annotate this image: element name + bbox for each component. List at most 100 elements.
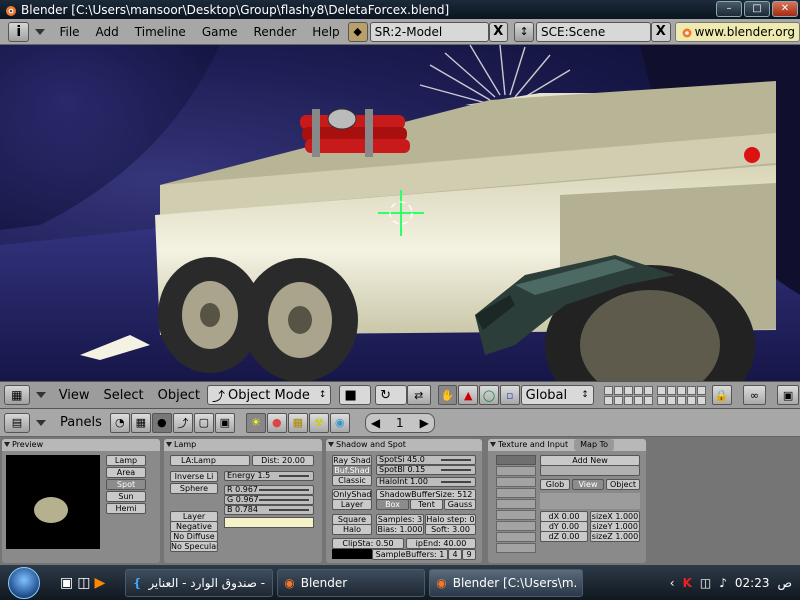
texture-object-field[interactable] xyxy=(540,493,640,509)
lamp-type-lamp[interactable]: Lamp xyxy=(106,455,146,466)
editing-context-button[interactable]: ▢ xyxy=(193,412,214,433)
lamp-type-sun[interactable]: Sun xyxy=(106,491,146,502)
lamp-name-field[interactable]: LA:Lamp xyxy=(170,455,250,466)
buttons-window-type-button[interactable]: ▤ xyxy=(4,412,30,433)
texture-browse-row[interactable] xyxy=(540,465,640,476)
coord-object[interactable]: Object xyxy=(606,479,640,490)
preview-panel-title[interactable]: Preview xyxy=(2,439,160,451)
offset-dz-field[interactable]: dZ 0.00 xyxy=(540,531,588,542)
energy-slider[interactable]: Energy 1.5 xyxy=(224,471,314,481)
3d-viewport[interactable] xyxy=(0,45,800,381)
buffer-type-tent[interactable]: Tent xyxy=(410,499,443,510)
halo-int-slider[interactable]: HaloInt 1.00 xyxy=(376,477,476,487)
menu-select[interactable]: Select xyxy=(97,388,151,403)
menu-file[interactable]: File xyxy=(51,25,87,39)
layers-group-a[interactable] xyxy=(603,385,653,405)
show-desktop-icon[interactable]: ▣ xyxy=(60,575,73,591)
switch-windows-icon[interactable]: ◫ xyxy=(77,575,90,591)
3d-window-type-button[interactable]: ▦ xyxy=(4,385,30,405)
start-button[interactable] xyxy=(8,566,40,599)
rotate-button[interactable]: ◯ xyxy=(479,385,499,405)
hand-manipulator-button[interactable]: ✋ xyxy=(437,385,458,405)
inverse-linear-button[interactable]: Inverse Li xyxy=(170,471,218,482)
scene-field[interactable]: SCE:Scene xyxy=(536,21,652,42)
menu-render[interactable]: Render xyxy=(246,25,305,39)
sphere-button[interactable]: Sphere xyxy=(170,483,218,494)
no-specular-toggle[interactable]: No Specular xyxy=(170,541,218,552)
scene-context-button[interactable]: ▣ xyxy=(214,412,235,433)
media-player-icon[interactable]: ▶ xyxy=(94,575,105,591)
lamp-type-hemi[interactable]: Hemi xyxy=(106,503,146,514)
bias-field[interactable]: Bias: 1.000 xyxy=(376,524,424,535)
menu-timeline[interactable]: Timeline xyxy=(127,25,194,39)
buffer-type-gauss[interactable]: Gauss xyxy=(444,499,476,510)
menu-help[interactable]: Help xyxy=(304,25,347,39)
map-to-tab[interactable]: Map To xyxy=(574,439,614,451)
lamp-shading-button[interactable]: ☀ xyxy=(245,412,266,433)
clip-end-field[interactable]: ipEnd: 40.00 xyxy=(406,538,476,549)
manipulator-toggle[interactable]: ⇄ xyxy=(406,385,431,405)
coord-glob[interactable]: Glob xyxy=(540,479,570,490)
color-r-slider[interactable]: R 0.967 xyxy=(224,485,314,495)
texture-panel-title[interactable]: Texture and Input xyxy=(498,439,568,451)
shadow-panel-title[interactable]: Shadow and Spot xyxy=(326,439,482,451)
menu-game[interactable]: Game xyxy=(194,25,246,39)
sample-buffers-4[interactable]: 4 xyxy=(448,549,462,560)
screen-field[interactable]: SR:2-Model xyxy=(369,21,489,42)
info-window-type-button[interactable]: i xyxy=(8,21,30,42)
radiosity-shading-button[interactable]: ☢ xyxy=(308,412,329,433)
tray-expand-icon[interactable]: ‹ xyxy=(670,576,675,590)
orientation-dropdown[interactable]: Global ↕ xyxy=(520,385,594,405)
buffer-type-box[interactable]: Box xyxy=(376,499,409,510)
pivot-dropdown[interactable]: ↻ xyxy=(375,385,407,405)
lamp-panel-title[interactable]: Lamp xyxy=(164,439,322,451)
clip-start-field[interactable]: ClipSta: 0.50 xyxy=(332,538,404,549)
antivirus-icon[interactable]: K xyxy=(683,576,692,590)
texture-shading-button[interactable]: ▦ xyxy=(287,412,308,433)
collapse-menu-icon[interactable] xyxy=(36,419,46,426)
scene-browse-icon[interactable]: ↕ xyxy=(514,21,535,42)
shadow-layer-button[interactable]: Layer xyxy=(332,499,372,510)
color-b-slider[interactable]: B 0.784 xyxy=(224,505,314,515)
texture-channel-list[interactable] xyxy=(496,455,536,555)
collapse-menu-icon[interactable] xyxy=(35,392,46,398)
scene-delete-button[interactable]: X xyxy=(651,21,671,42)
mode-dropdown[interactable]: ⤴ Object Mode ↕ xyxy=(207,385,332,405)
classic-dropdown[interactable]: Classic xyxy=(332,475,372,486)
draw-type-dropdown[interactable]: ■ xyxy=(339,385,372,405)
lamp-dist-field[interactable]: Dist: 20.00 xyxy=(252,455,314,466)
halo-button[interactable]: Halo xyxy=(332,524,372,535)
spot-blend-slider[interactable]: SpotBl 0.15 xyxy=(376,465,476,475)
logic-context-button[interactable]: ◔ xyxy=(109,412,130,433)
increment-arrow-icon[interactable]: ▶ xyxy=(420,416,429,430)
sample-buffers-9[interactable]: 9 xyxy=(462,549,476,560)
decrement-arrow-icon[interactable]: ◀ xyxy=(371,416,380,430)
clock-time[interactable]: 02:23 xyxy=(735,576,770,590)
collapse-menu-icon[interactable] xyxy=(35,28,46,35)
lamp-type-spot[interactable]: Spot xyxy=(106,479,146,490)
shading-context-button[interactable]: ● xyxy=(151,412,172,433)
scale-button[interactable]: ▫ xyxy=(499,385,520,405)
ipo-button[interactable]: ∞ xyxy=(742,385,767,405)
lamp-type-area[interactable]: Area xyxy=(106,467,146,478)
lamp-color-swatch[interactable] xyxy=(224,517,314,528)
render-view-button[interactable]: ▣ xyxy=(777,385,799,405)
close-button[interactable]: ✕ xyxy=(772,1,798,17)
translate-button[interactable]: ▲ xyxy=(458,385,479,405)
network-icon[interactable]: ◫ xyxy=(700,576,711,590)
task-blender-main[interactable]: ◉ Blender [C:\Users\m... xyxy=(429,568,584,597)
blender-url[interactable]: www.blender.org xyxy=(674,21,800,42)
volume-icon[interactable]: ♪ xyxy=(719,576,727,590)
script-context-button[interactable]: ▦ xyxy=(130,412,151,433)
layers-group-b[interactable] xyxy=(656,385,706,405)
lock-layers-button[interactable]: 🔒 xyxy=(711,385,732,405)
maximize-button[interactable]: □ xyxy=(744,1,770,17)
minimize-button[interactable]: – xyxy=(716,1,742,17)
sample-buffers-field[interactable]: SampleBuffers: 1 xyxy=(372,549,448,560)
task-blender-console[interactable]: ◉ Blender xyxy=(277,568,426,597)
screen-browse-icon[interactable]: ◆ xyxy=(347,21,368,42)
panels-menu[interactable]: Panels xyxy=(52,415,110,430)
task-inbox[interactable]: ❴ صندوق الوارد - العناير - ... xyxy=(125,568,274,597)
menu-object[interactable]: Object xyxy=(151,388,207,403)
spot-size-slider[interactable]: SpotSi 45.0 xyxy=(376,455,476,465)
